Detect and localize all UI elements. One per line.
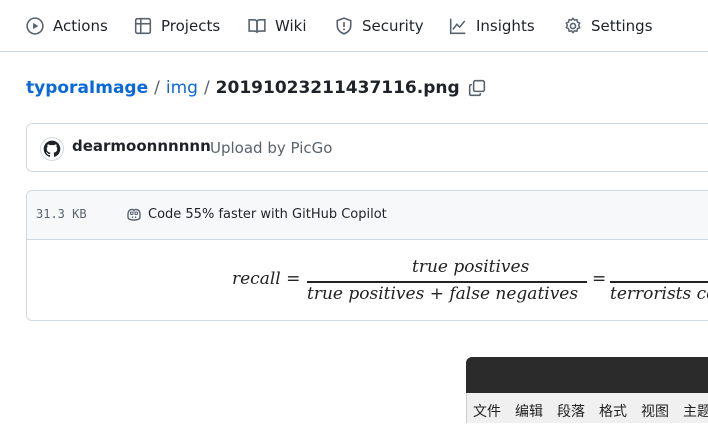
file-size: 31.3 KB: [36, 207, 87, 221]
typora-menubar: 文件 编辑 段落 格式 视图 主题: [466, 393, 708, 423]
formula-equals: =: [592, 269, 607, 289]
nav-security-label: Security: [362, 17, 424, 35]
breadcrumb-folder-link[interactable]: img: [166, 78, 198, 98]
commit-author-link[interactable]: dearmoonnnnnn: [72, 137, 211, 155]
nav-actions-label: Actions: [53, 17, 108, 35]
breadcrumb-separator: /: [154, 78, 160, 98]
latest-commit-box: dearmoonnnnnn Upload by PicGo: [26, 123, 708, 172]
shield-icon: [336, 17, 352, 35]
file-header: 31.3 KB Code 55% faster with GitHub Copi…: [27, 191, 708, 240]
copy-icon[interactable]: [468, 79, 486, 97]
fraction-bar: [307, 281, 587, 283]
nav-wiki-label: Wiki: [275, 17, 307, 35]
breadcrumb-repo-link[interactable]: typoraImage: [26, 78, 148, 98]
book-icon: [248, 19, 266, 33]
formula-denominator: true positives + false negatives: [307, 284, 579, 304]
menu-view[interactable]: 视图: [641, 401, 669, 421]
formula-numerator: true positives: [412, 257, 530, 277]
graph-icon: [449, 18, 466, 35]
copilot-promo-link[interactable]: Code 55% faster with GitHub Copilot: [126, 206, 387, 222]
nav-settings[interactable]: Settings: [564, 14, 653, 38]
nav-actions[interactable]: Actions: [26, 14, 108, 38]
commit-message-link[interactable]: Upload by PicGo: [210, 139, 332, 157]
menu-file[interactable]: 文件: [473, 401, 501, 421]
nav-projects-label: Projects: [161, 17, 221, 35]
file-viewer: 31.3 KB Code 55% faster with GitHub Copi…: [26, 190, 708, 321]
play-circle-icon: [26, 17, 44, 35]
breadcrumb: typoraImage / img / 20191023211437116.pn…: [26, 75, 486, 101]
github-mark-icon: [43, 140, 61, 157]
gear-icon: [565, 17, 581, 34]
menu-theme[interactable]: 主题: [683, 401, 708, 421]
nav-insights[interactable]: Insights: [449, 14, 535, 38]
fraction-bar: [610, 281, 708, 283]
breadcrumb-filename: 20191023211437116.png: [215, 78, 460, 98]
nav-insights-label: Insights: [476, 17, 535, 35]
menu-edit[interactable]: 编辑: [515, 401, 543, 421]
formula-denominator-2: terrorists co: [610, 284, 708, 304]
copilot-promo-label: Code 55% faster with GitHub Copilot: [148, 206, 387, 222]
breadcrumb-separator: /: [203, 78, 210, 98]
typora-window: 文件 编辑 段落 格式 视图 主题: [466, 357, 708, 427]
nav-projects[interactable]: Projects: [134, 14, 220, 38]
table-icon: [134, 17, 152, 35]
menu-format[interactable]: 格式: [599, 401, 627, 421]
formula-lhs: recall =: [232, 269, 301, 289]
repo-nav: Actions Projects Wiki Security Insights …: [0, 0, 708, 52]
avatar[interactable]: [40, 137, 64, 161]
nav-settings-label: Settings: [591, 17, 653, 35]
copilot-icon: [127, 208, 141, 221]
menu-paragraph[interactable]: 段落: [557, 401, 585, 421]
nav-security[interactable]: Security: [335, 14, 424, 38]
typora-titlebar[interactable]: [466, 357, 708, 393]
nav-wiki[interactable]: Wiki: [248, 14, 307, 38]
